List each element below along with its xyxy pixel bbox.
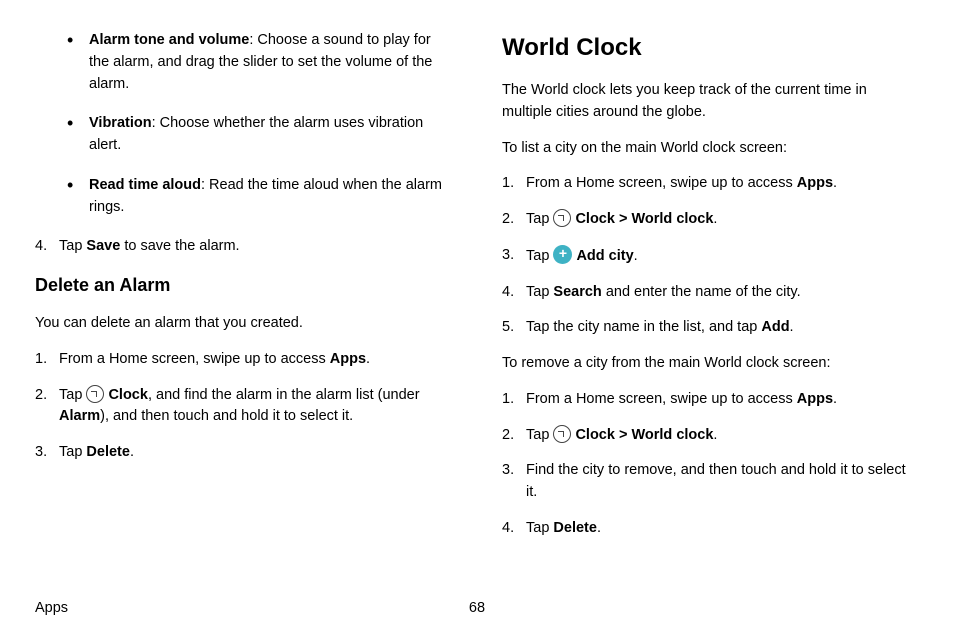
clock-icon — [86, 385, 104, 403]
bullet-item: Alarm tone and volume: Choose a sound to… — [35, 30, 452, 95]
list-item: Tap Clock > World clock. — [502, 209, 919, 231]
step-text: to save the alarm. — [120, 238, 239, 254]
step-text: From a Home screen, swipe up to access — [59, 351, 330, 367]
step-text: Tap — [526, 520, 553, 536]
step-text: and enter the name of the city. — [602, 284, 801, 300]
step-text: . — [713, 427, 717, 443]
step-text: Tap — [526, 284, 553, 300]
world-clock-heading: World Clock — [502, 30, 919, 66]
step-bold: Apps — [797, 391, 833, 407]
step-text: , and find the alarm in the alarm list (… — [148, 387, 420, 403]
step-text: . — [366, 351, 370, 367]
alarm-save-steps: Tap Save to save the alarm. — [35, 236, 452, 258]
world-clock-list-intro: To list a city on the main World clock s… — [502, 138, 919, 160]
world-clock-add-steps: From a Home screen, swipe up to access A… — [502, 173, 919, 339]
step-text: . — [634, 248, 638, 264]
bullet-title: Alarm tone and volume — [89, 32, 249, 48]
step-text: Tap — [59, 444, 86, 460]
bullet-item: Read time aloud: Read the time aloud whe… — [35, 175, 452, 219]
step-bold: Delete — [86, 444, 130, 460]
step-bold: Clock — [108, 387, 148, 403]
list-item: Tap Clock, and find the alarm in the ala… — [35, 385, 452, 429]
list-item: From a Home screen, swipe up to access A… — [502, 173, 919, 195]
delete-alarm-steps: From a Home screen, swipe up to access A… — [35, 349, 452, 464]
step-text: ), and then touch and hold it to select … — [100, 408, 353, 424]
world-clock-remove-steps: From a Home screen, swipe up to access A… — [502, 389, 919, 540]
step-text: From a Home screen, swipe up to access — [526, 175, 797, 191]
step-separator: > — [615, 211, 632, 227]
step-separator: > — [615, 427, 632, 443]
page-footer: Apps 68 — [35, 590, 919, 616]
step-text: From a Home screen, swipe up to access — [526, 391, 797, 407]
clock-icon — [553, 425, 571, 443]
step-bold: Delete — [553, 520, 597, 536]
list-item: From a Home screen, swipe up to access A… — [35, 349, 452, 371]
step-bold: Apps — [797, 175, 833, 191]
step-bold: Save — [86, 238, 120, 254]
list-item: Tap Delete. — [35, 442, 452, 464]
right-column: World Clock The World clock lets you kee… — [502, 30, 919, 590]
step-text: . — [597, 520, 601, 536]
list-item: Tap Add city. — [502, 245, 919, 268]
delete-alarm-intro: You can delete an alarm that you created… — [35, 313, 452, 335]
step-bold: Apps — [330, 351, 366, 367]
step-text: . — [713, 211, 717, 227]
footer-section: Apps — [35, 600, 68, 616]
delete-alarm-heading: Delete an Alarm — [35, 272, 452, 299]
step-text: . — [130, 444, 134, 460]
bullet-item: Vibration: Choose whether the alarm uses… — [35, 113, 452, 157]
plus-icon — [553, 245, 572, 264]
step-text: Tap — [526, 211, 553, 227]
step-bold: Clock — [575, 427, 615, 443]
world-clock-intro: The World clock lets you keep track of t… — [502, 80, 919, 124]
step-text: Tap — [526, 248, 553, 264]
left-column: Alarm tone and volume: Choose a sound to… — [35, 30, 452, 590]
world-clock-remove-intro: To remove a city from the main World clo… — [502, 353, 919, 375]
step-bold: Add city — [576, 248, 633, 264]
step-text: Tap the city name in the list, and tap — [526, 319, 761, 335]
step-bold: Alarm — [59, 408, 100, 424]
step-bold: Clock — [575, 211, 615, 227]
step-text: . — [833, 391, 837, 407]
step-bold: World clock — [631, 427, 713, 443]
bullet-title: Vibration — [89, 115, 152, 131]
step-text: Find the city to remove, and then touch … — [526, 462, 906, 500]
page-content: Alarm tone and volume: Choose a sound to… — [35, 30, 919, 590]
step-text: . — [833, 175, 837, 191]
list-item: Tap Save to save the alarm. — [35, 236, 452, 258]
step-text: Tap — [59, 238, 86, 254]
step-text: Tap — [526, 427, 553, 443]
list-item: From a Home screen, swipe up to access A… — [502, 389, 919, 411]
step-text: . — [790, 319, 794, 335]
step-bold: Search — [553, 284, 601, 300]
step-bold: World clock — [631, 211, 713, 227]
step-text: Tap — [59, 387, 86, 403]
list-item: Tap Delete. — [502, 518, 919, 540]
footer-page-number: 68 — [469, 600, 485, 616]
list-item: Find the city to remove, and then touch … — [502, 460, 919, 504]
alarm-options-bullets: Alarm tone and volume: Choose a sound to… — [35, 30, 452, 218]
list-item: Tap Search and enter the name of the cit… — [502, 282, 919, 304]
clock-icon — [553, 209, 571, 227]
step-bold: Add — [761, 319, 789, 335]
list-item: Tap the city name in the list, and tap A… — [502, 317, 919, 339]
bullet-title: Read time aloud — [89, 177, 201, 193]
list-item: Tap Clock > World clock. — [502, 425, 919, 447]
